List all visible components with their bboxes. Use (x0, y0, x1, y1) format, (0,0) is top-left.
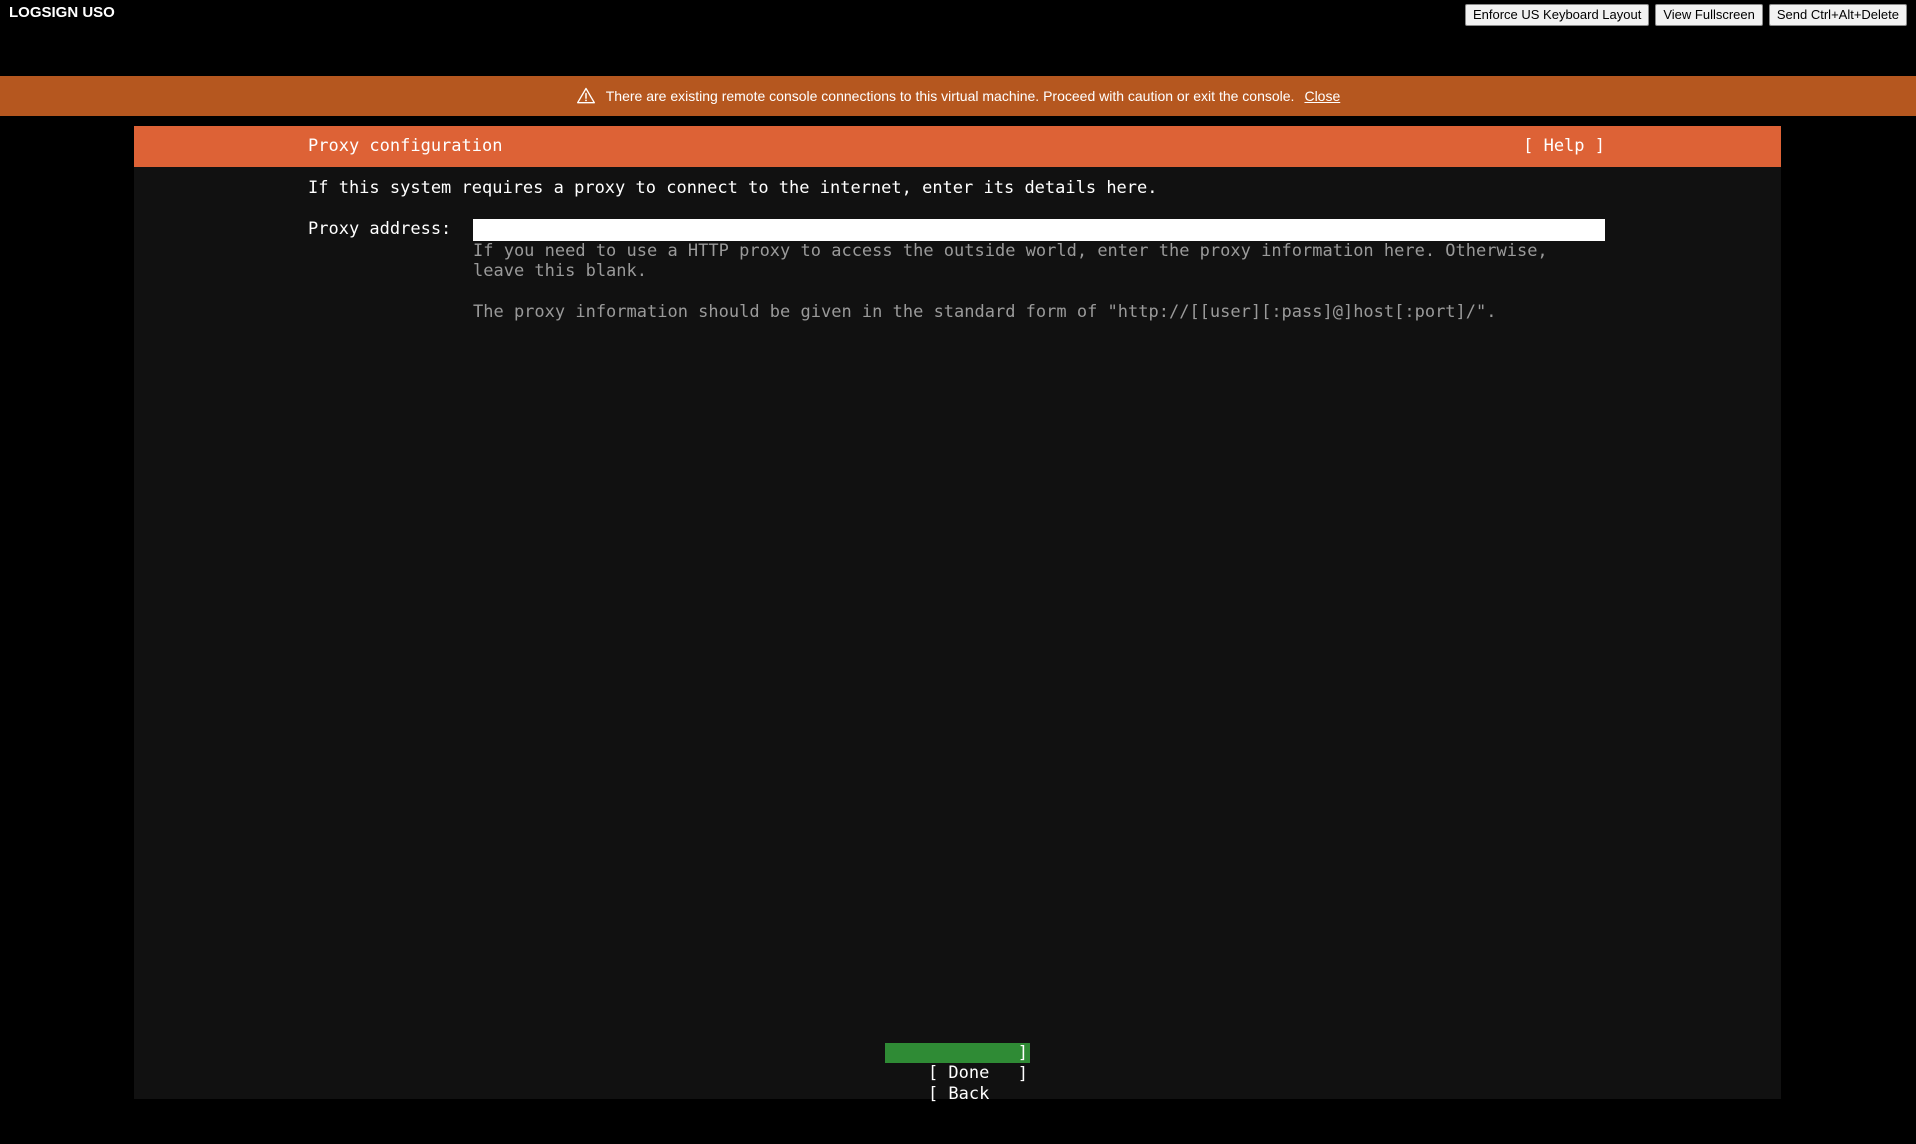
proxy-help-line-1: If you need to use a HTTP proxy to acces… (473, 241, 1548, 261)
vm-console-screen[interactable]: Proxy configuration [ Help ] If this sys… (134, 126, 1781, 1104)
banner-close-link[interactable]: Close (1304, 88, 1340, 104)
back-button-label: [ Back (927, 1084, 990, 1104)
app-title: LOGSIGN USO (9, 4, 115, 21)
send-ctrl-alt-delete-button[interactable]: Send Ctrl+Alt+Delete (1768, 4, 1907, 26)
proxy-address-input[interactable] (473, 219, 1605, 241)
proxy-address-label: Proxy address: (308, 219, 452, 239)
proxy-help-line-2: leave this blank. (473, 261, 647, 281)
done-button-bracket: ] (1017, 1043, 1028, 1063)
installer-header: Proxy configuration [ Help ] (134, 126, 1781, 167)
banner-message: There are existing remote console connec… (605, 88, 1295, 104)
page-title: Proxy configuration (308, 136, 503, 156)
back-button-bracket: ] (1017, 1064, 1028, 1084)
intro-text: If this system requires a proxy to conne… (308, 178, 1158, 198)
toolbar-buttons: Enforce US Keyboard Layout View Fullscre… (1464, 4, 1907, 26)
console-toolbar: LOGSIGN USO Enforce US Keyboard Layout V… (0, 0, 1916, 76)
proxy-format-hint: The proxy information should be given in… (473, 302, 1497, 322)
done-button[interactable]: [ Done ] (885, 1043, 1030, 1083)
warning-icon (576, 87, 595, 104)
back-button[interactable]: [ Back ] (885, 1064, 1030, 1104)
warning-banner: There are existing remote console connec… (0, 76, 1916, 116)
enforce-keyboard-layout-button[interactable]: Enforce US Keyboard Layout (1464, 4, 1650, 26)
view-fullscreen-button[interactable]: View Fullscreen (1655, 4, 1763, 26)
help-button[interactable]: [ Help ] (1523, 136, 1605, 156)
